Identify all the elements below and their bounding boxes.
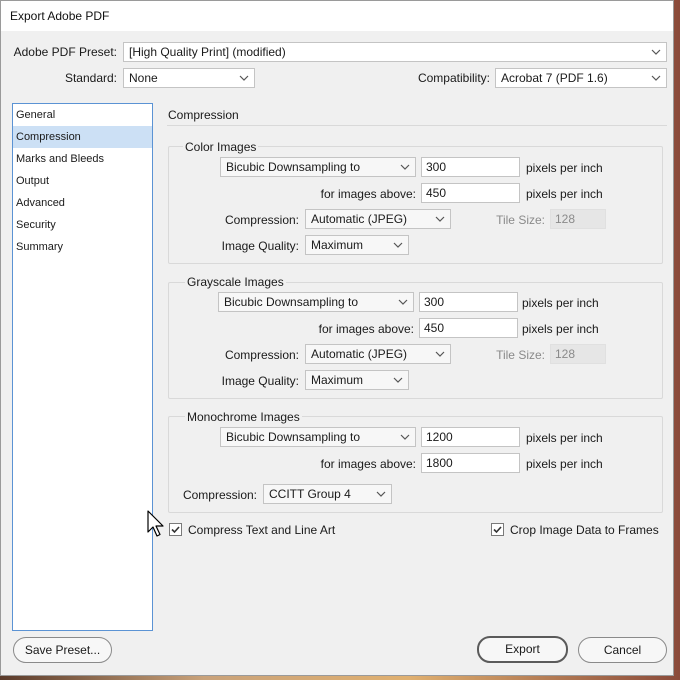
sidebar-item-security[interactable]: Security bbox=[13, 214, 152, 236]
grayscale-quality-label: Image Quality: bbox=[221, 374, 299, 388]
chevron-down-icon bbox=[651, 75, 661, 81]
color-compression-value: Automatic (JPEG) bbox=[311, 212, 408, 226]
color-compression-dropdown[interactable]: Automatic (JPEG) bbox=[305, 209, 451, 229]
window-title: Export Adobe PDF bbox=[10, 9, 110, 23]
cancel-button[interactable]: Cancel bbox=[578, 637, 667, 663]
grayscale-above-label: for images above: bbox=[318, 322, 414, 336]
color-quality-value: Maximum bbox=[311, 238, 364, 252]
panel-title: Compression bbox=[168, 108, 239, 122]
standard-value: None bbox=[129, 71, 158, 85]
compatibility-label: Compatibility: bbox=[417, 71, 490, 85]
grayscale-quality-value: Maximum bbox=[311, 373, 364, 387]
export-pdf-dialog: Export Adobe PDF Adobe PDF Preset: [High… bbox=[0, 0, 674, 676]
export-button[interactable]: Export bbox=[477, 636, 568, 663]
color-above-label: for images above: bbox=[320, 187, 416, 201]
compress-text-label: Compress Text and Line Art bbox=[188, 523, 336, 537]
sidebar-item-general[interactable]: General bbox=[13, 104, 152, 126]
grayscale-images-title: Grayscale Images bbox=[185, 275, 286, 289]
grayscale-downsampling-value: Bicubic Downsampling to bbox=[224, 295, 359, 309]
color-ppi-input[interactable]: 300 bbox=[421, 157, 520, 177]
color-tile-input: 128 bbox=[550, 209, 606, 229]
standard-dropdown[interactable]: None bbox=[123, 68, 255, 88]
checkmark-icon bbox=[171, 526, 180, 534]
save-preset-button[interactable]: Save Preset... bbox=[13, 637, 112, 663]
chevron-down-icon bbox=[435, 216, 445, 222]
monochrome-above-unit: pixels per inch bbox=[526, 457, 603, 471]
chevron-down-icon bbox=[393, 377, 403, 383]
monochrome-compression-value: CCITT Group 4 bbox=[269, 487, 351, 501]
monochrome-ppi-input[interactable]: 1200 bbox=[421, 427, 520, 447]
preset-value: [High Quality Print] (modified) bbox=[129, 45, 286, 59]
category-sidebar: General Compression Marks and Bleeds Out… bbox=[12, 103, 153, 631]
color-compression-label: Compression: bbox=[224, 213, 299, 227]
grayscale-above-unit: pixels per inch bbox=[522, 322, 599, 336]
color-downsampling-value: Bicubic Downsampling to bbox=[226, 160, 361, 174]
color-quality-label: Image Quality: bbox=[221, 239, 299, 253]
color-above-unit: pixels per inch bbox=[526, 187, 603, 201]
sidebar-item-advanced[interactable]: Advanced bbox=[13, 192, 152, 214]
sidebar-item-compression[interactable]: Compression bbox=[13, 126, 152, 148]
color-quality-dropdown[interactable]: Maximum bbox=[305, 235, 409, 255]
crop-image-label: Crop Image Data to Frames bbox=[510, 523, 659, 537]
title-bar: Export Adobe PDF bbox=[1, 1, 673, 31]
color-downsampling-dropdown[interactable]: Bicubic Downsampling to bbox=[220, 157, 416, 177]
monochrome-downsampling-dropdown[interactable]: Bicubic Downsampling to bbox=[220, 427, 416, 447]
sidebar-item-output[interactable]: Output bbox=[13, 170, 152, 192]
preset-dropdown[interactable]: [High Quality Print] (modified) bbox=[123, 42, 667, 62]
chevron-down-icon bbox=[400, 434, 410, 440]
monochrome-images-title: Monochrome Images bbox=[185, 410, 302, 424]
compatibility-dropdown[interactable]: Acrobat 7 (PDF 1.6) bbox=[495, 68, 667, 88]
chevron-down-icon bbox=[435, 351, 445, 357]
grayscale-ppi-input[interactable]: 300 bbox=[419, 292, 518, 312]
grayscale-compression-label: Compression: bbox=[224, 348, 299, 362]
grayscale-above-input[interactable]: 450 bbox=[419, 318, 518, 338]
preset-label: Adobe PDF Preset: bbox=[13, 45, 117, 59]
grayscale-ppi-unit: pixels per inch bbox=[522, 296, 599, 310]
grayscale-compression-dropdown[interactable]: Automatic (JPEG) bbox=[305, 344, 451, 364]
color-above-input[interactable]: 450 bbox=[421, 183, 520, 203]
compatibility-value: Acrobat 7 (PDF 1.6) bbox=[501, 71, 608, 85]
color-images-title: Color Images bbox=[183, 140, 259, 154]
grayscale-downsampling-dropdown[interactable]: Bicubic Downsampling to bbox=[218, 292, 414, 312]
monochrome-ppi-unit: pixels per inch bbox=[526, 431, 603, 445]
chevron-down-icon bbox=[400, 164, 410, 170]
monochrome-compression-label: Compression: bbox=[182, 488, 257, 502]
monochrome-above-label: for images above: bbox=[320, 457, 416, 471]
checkmark-icon bbox=[493, 526, 502, 534]
mouse-cursor-icon bbox=[147, 510, 164, 537]
grayscale-quality-dropdown[interactable]: Maximum bbox=[305, 370, 409, 390]
monochrome-downsampling-value: Bicubic Downsampling to bbox=[226, 430, 361, 444]
crop-image-checkbox[interactable] bbox=[491, 523, 504, 536]
grayscale-tile-label: Tile Size: bbox=[496, 348, 545, 362]
chevron-down-icon bbox=[651, 49, 661, 55]
sidebar-item-marks-and-bleeds[interactable]: Marks and Bleeds bbox=[13, 148, 152, 170]
monochrome-above-input[interactable]: 1800 bbox=[421, 453, 520, 473]
chevron-down-icon bbox=[376, 491, 386, 497]
color-tile-label: Tile Size: bbox=[496, 213, 545, 227]
sidebar-item-summary[interactable]: Summary bbox=[13, 236, 152, 258]
grayscale-compression-value: Automatic (JPEG) bbox=[311, 347, 408, 361]
standard-label: Standard: bbox=[64, 71, 117, 85]
panel-divider bbox=[167, 125, 667, 126]
grayscale-tile-input: 128 bbox=[550, 344, 606, 364]
chevron-down-icon bbox=[393, 242, 403, 248]
monochrome-compression-dropdown[interactable]: CCITT Group 4 bbox=[263, 484, 392, 504]
chevron-down-icon bbox=[398, 299, 408, 305]
compress-text-checkbox[interactable] bbox=[169, 523, 182, 536]
color-ppi-unit: pixels per inch bbox=[526, 161, 603, 175]
chevron-down-icon bbox=[239, 75, 249, 81]
